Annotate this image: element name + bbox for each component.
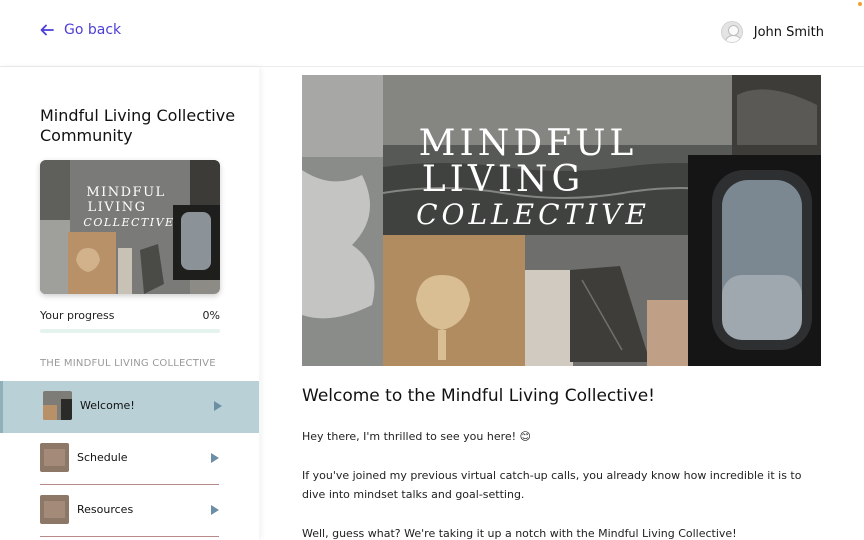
go-back-link[interactable]: Go back bbox=[40, 22, 121, 38]
go-back-label[interactable]: Go back bbox=[64, 22, 121, 38]
course-thumbnail: MINDFUL LIVING COLLECTIVE bbox=[40, 160, 220, 294]
user-menu[interactable]: John Smith bbox=[720, 21, 824, 43]
thumb-title-line3: COLLECTIVE bbox=[83, 216, 174, 229]
section-heading: THE MINDFUL LIVING COLLECTIVE bbox=[40, 358, 216, 369]
progress-bar bbox=[40, 329, 220, 333]
lesson-content: MINDFUL LIVING COLLECTIVE Welcome to the… bbox=[259, 67, 864, 540]
lesson-label: Schedule bbox=[77, 451, 128, 464]
hero-title-line1: MINDFUL bbox=[419, 123, 638, 164]
course-title: Mindful Living Collective Community bbox=[40, 106, 236, 145]
lesson-item-resources[interactable]: Resources bbox=[0, 485, 259, 537]
lesson-paragraph: Well, guess what? We're taking it up a n… bbox=[302, 527, 737, 540]
play-icon bbox=[211, 505, 219, 515]
lesson-paragraph: Hey there, I'm thrilled to see you here!… bbox=[302, 430, 532, 443]
progress-value: 0% bbox=[202, 309, 220, 322]
thumb-title-line2: LIVING bbox=[87, 200, 146, 215]
user-name[interactable]: John Smith bbox=[754, 25, 824, 40]
progress-label: Your progress bbox=[40, 309, 115, 322]
lesson-label: Welcome! bbox=[80, 399, 135, 412]
lesson-title: Welcome to the Mindful Living Collective… bbox=[302, 386, 655, 406]
avatar[interactable] bbox=[720, 21, 743, 43]
lesson-thumbnail bbox=[40, 495, 69, 524]
play-icon bbox=[211, 453, 219, 463]
notification-dot bbox=[858, 2, 862, 6]
top-bar: Go back John Smith bbox=[0, 0, 864, 67]
arrow-left-icon bbox=[40, 24, 54, 36]
play-icon bbox=[214, 401, 222, 411]
lesson-thumbnail bbox=[40, 443, 69, 472]
lesson-paragraph: If you've joined my previous virtual cat… bbox=[302, 469, 802, 501]
hero-title-line2: LIVING bbox=[422, 159, 585, 200]
divider bbox=[40, 536, 219, 537]
course-sidebar: Mindful Living Collective Community MIND… bbox=[0, 67, 259, 540]
thumb-title-line1: MINDFUL bbox=[86, 185, 165, 200]
hero-banner-image: MINDFUL LIVING COLLECTIVE bbox=[302, 75, 821, 366]
lesson-label: Resources bbox=[77, 503, 134, 516]
hero-title-line3: COLLECTIVE bbox=[416, 198, 650, 231]
lesson-item-welcome[interactable]: Welcome! bbox=[0, 381, 259, 433]
lesson-item-schedule[interactable]: Schedule bbox=[0, 433, 259, 485]
lesson-thumbnail bbox=[43, 391, 72, 420]
